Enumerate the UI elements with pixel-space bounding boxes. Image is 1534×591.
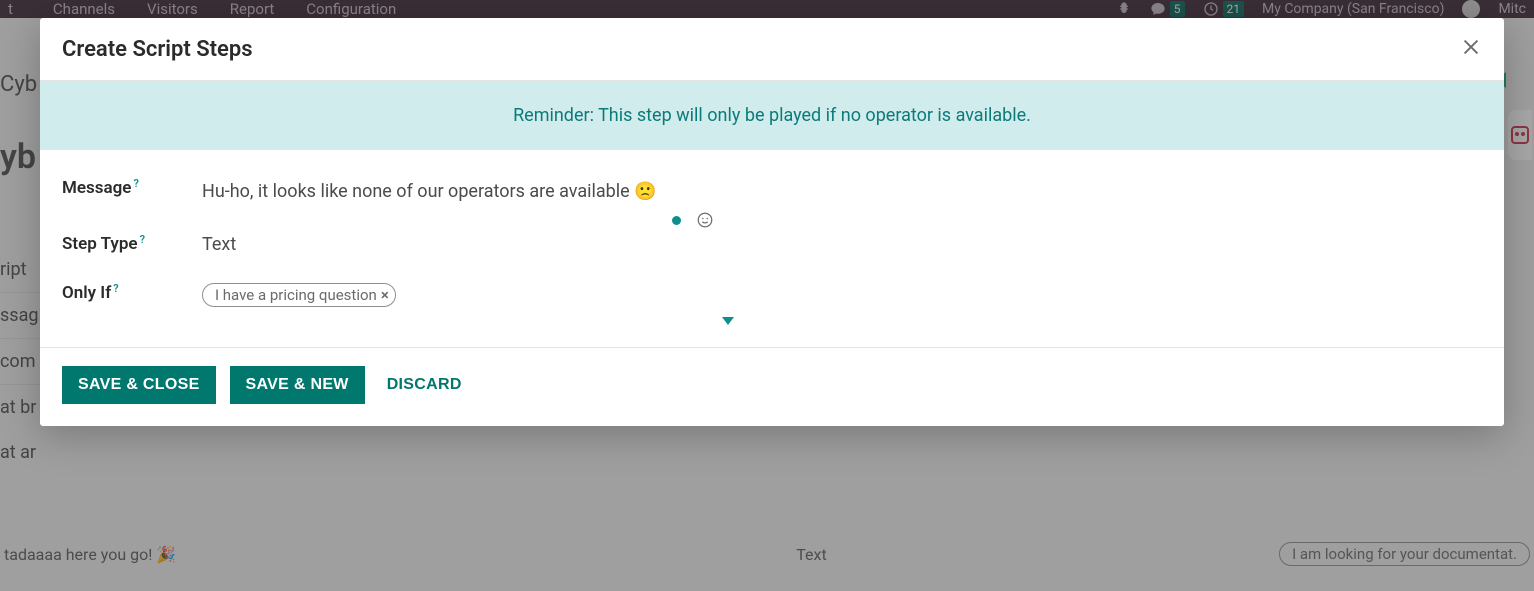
help-icon[interactable]: ? bbox=[140, 233, 145, 246]
close-button[interactable] bbox=[1460, 36, 1482, 62]
text-cursor-icon bbox=[672, 216, 681, 225]
help-icon[interactable]: ? bbox=[133, 177, 138, 190]
row-only-if: Only If? I have a pricing question × bbox=[62, 283, 1482, 307]
reminder-banner: Reminder: This step will only be played … bbox=[40, 81, 1504, 150]
label-only-if-text: Only If bbox=[62, 283, 111, 303]
label-only-if: Only If? bbox=[62, 283, 182, 303]
dropdown-caret-icon[interactable] bbox=[722, 317, 734, 325]
help-icon[interactable]: ? bbox=[113, 282, 118, 295]
message-value: Hu-ho, it looks like none of our operato… bbox=[202, 181, 657, 202]
smile-icon bbox=[696, 211, 714, 229]
tag-remove-button[interactable]: × bbox=[381, 286, 389, 304]
save-close-button[interactable]: Save & Close bbox=[62, 366, 216, 404]
save-new-button[interactable]: Save & New bbox=[230, 366, 365, 404]
label-message-text: Message bbox=[62, 178, 131, 198]
close-icon bbox=[1460, 36, 1482, 58]
label-step-type-text: Step Type bbox=[62, 234, 138, 254]
message-field[interactable]: Hu-ho, it looks like none of our operato… bbox=[202, 178, 722, 206]
only-if-field[interactable]: I have a pricing question × bbox=[202, 283, 1482, 307]
discard-button[interactable]: Discard bbox=[379, 366, 470, 404]
dialog-footer: Save & Close Save & New Discard bbox=[40, 347, 1504, 426]
only-if-tag[interactable]: I have a pricing question × bbox=[202, 283, 396, 307]
row-message: Message? Hu-ho, it looks like none of ou… bbox=[62, 178, 1482, 206]
dialog-header: Create Script Steps bbox=[40, 18, 1504, 80]
label-message: Message? bbox=[62, 178, 182, 198]
step-type-field[interactable]: Text bbox=[202, 234, 1482, 255]
dialog-title: Create Script Steps bbox=[62, 37, 253, 62]
only-if-tag-label: I have a pricing question bbox=[215, 286, 377, 304]
create-script-step-dialog: Create Script Steps Reminder: This step … bbox=[40, 18, 1504, 426]
form-area: Message? Hu-ho, it looks like none of ou… bbox=[40, 150, 1504, 347]
step-type-value: Text bbox=[202, 234, 236, 255]
label-step-type: Step Type? bbox=[62, 234, 182, 254]
row-step-type: Step Type? Text bbox=[62, 234, 1482, 255]
